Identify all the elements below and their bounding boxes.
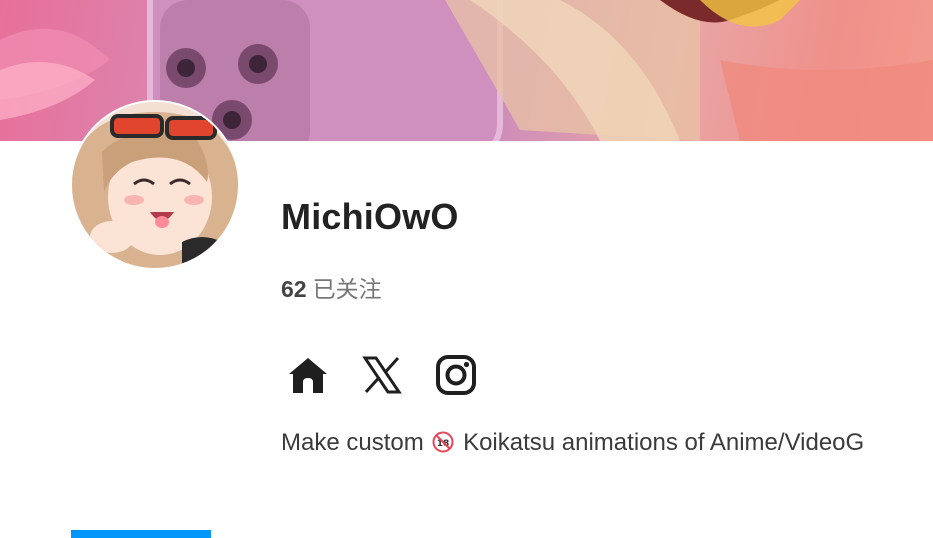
following-count: 62 (281, 276, 307, 302)
home-icon (289, 358, 327, 393)
bio-text: Make custom 18 Koikatsu animations of An… (281, 429, 864, 457)
username: MichiOwO (281, 196, 459, 237)
bio-suffix: Koikatsu animations of Anime/VideoG (463, 429, 865, 456)
instagram-link[interactable] (434, 353, 478, 397)
following-count-link[interactable]: 62 已关注 (281, 270, 382, 304)
social-links (286, 353, 478, 397)
home-link[interactable] (286, 353, 330, 397)
x-logo-icon (362, 356, 402, 394)
x-link[interactable] (360, 353, 404, 397)
active-tab-indicator (71, 530, 211, 538)
r18-badge-icon: 18 (432, 431, 454, 453)
avatar-image (72, 102, 238, 268)
following-label: 已关注 (312, 276, 382, 302)
avatar[interactable] (70, 100, 240, 270)
bio-prefix: Make custom (281, 429, 424, 456)
instagram-icon (436, 355, 476, 395)
